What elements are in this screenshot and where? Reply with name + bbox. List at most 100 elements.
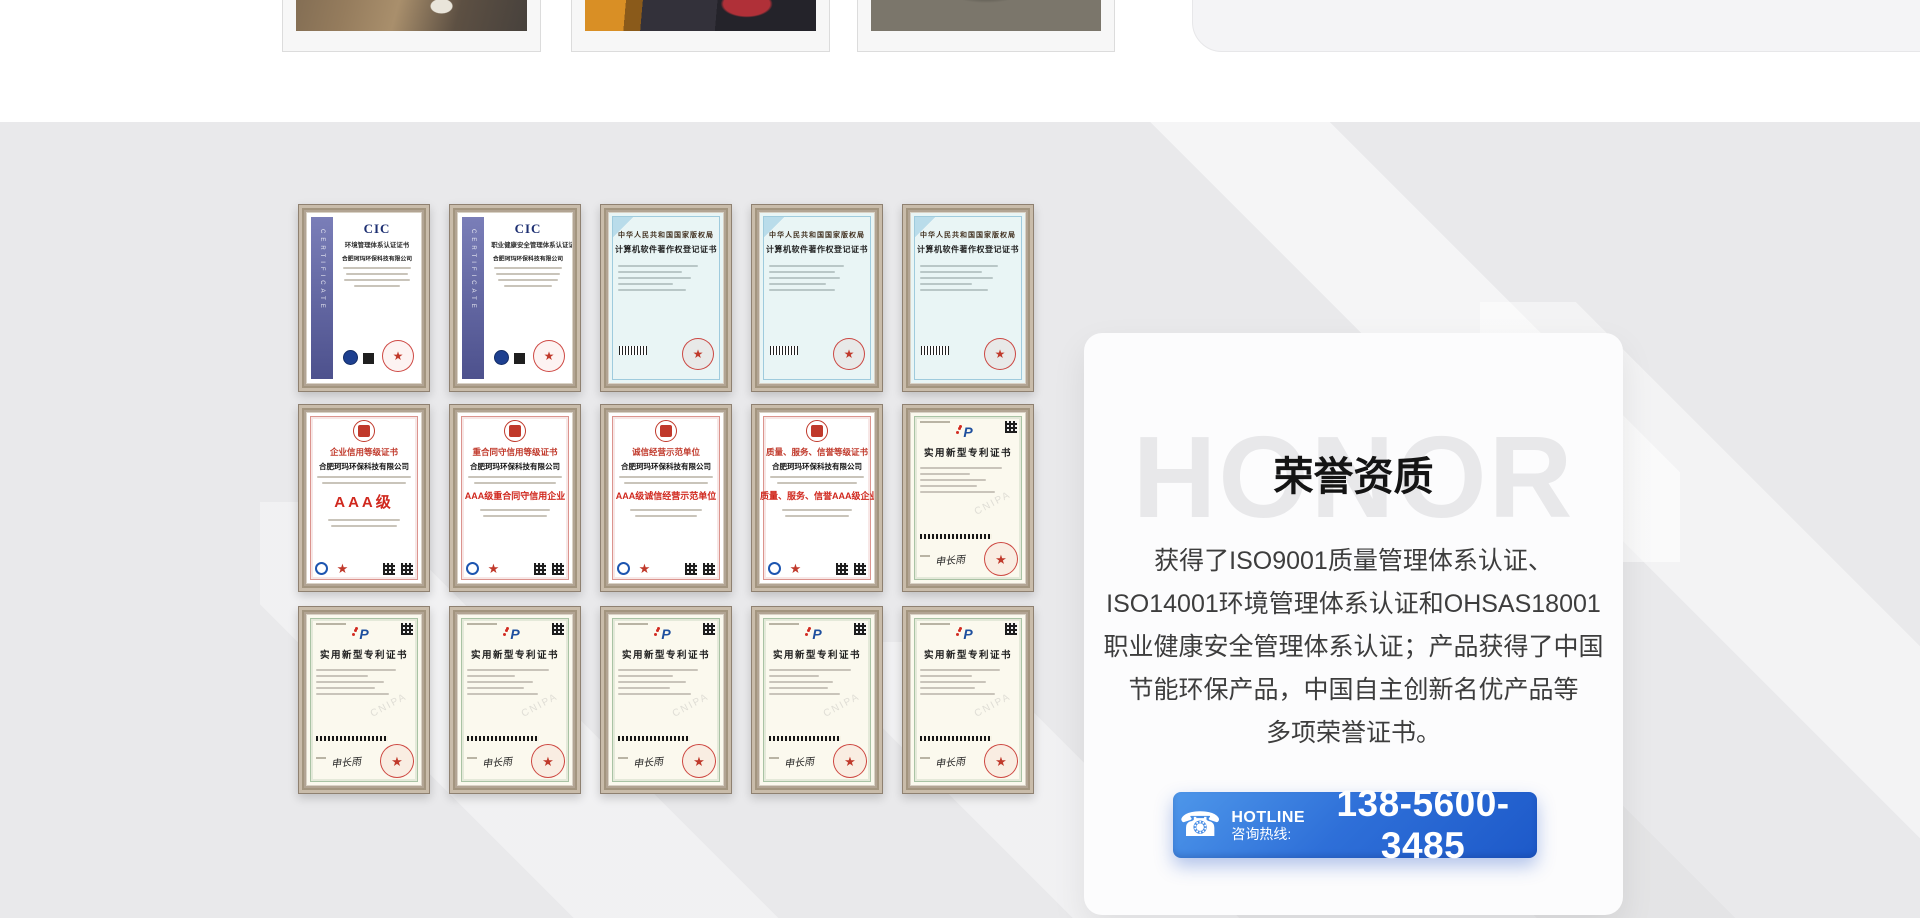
red-seal xyxy=(382,340,414,372)
credit-association-logo xyxy=(466,562,479,575)
qr-code xyxy=(401,623,413,635)
certificate-patent-2[interactable]: P 实用新型专利证书 CNIPA 申长雨 xyxy=(298,606,430,794)
certificate-credit-aaa[interactable]: 企业信用等级证书 合肥珂玛环保科技有限公司 AAA级 xyxy=(298,404,430,592)
honor-section: CERTIFICATE CIC 环境管理体系认证证书 合肥珂玛环保科技有限公司 … xyxy=(0,122,1920,918)
text-line xyxy=(322,482,406,484)
text-line xyxy=(920,467,1002,469)
certificate-band-label: CERTIFICATE xyxy=(319,229,325,312)
certificate-band-label: CERTIFICATE xyxy=(470,229,476,312)
text-line xyxy=(769,623,799,625)
cnipa-watermark: CNIPA xyxy=(368,691,408,719)
hotline-label-en: HOTLINE xyxy=(1231,809,1305,826)
text-line xyxy=(920,555,930,557)
certificate-grade: AAA级诚信经营示范单位 xyxy=(609,489,723,502)
certificate-company: 合肥珂玛环保科技有限公司 xyxy=(341,254,413,263)
barcode xyxy=(770,346,798,355)
description-line: 获得了ISO9001质量管理体系认证、 xyxy=(1084,540,1623,583)
certificate-software-copyright-2[interactable]: 中华人民共和国国家版权局 计算机软件著作权登记证书 xyxy=(751,204,883,392)
text-line xyxy=(618,681,686,683)
signature: 申长雨 xyxy=(934,753,965,771)
text-line xyxy=(504,285,552,287)
certificate-paper: 中华人民共和国国家版权局 计算机软件著作权登记证书 xyxy=(910,212,1026,384)
text-line xyxy=(618,623,648,625)
text-line xyxy=(467,757,477,759)
certificate-paper: P 实用新型专利证书 CNIPA 申长雨 xyxy=(306,614,422,786)
red-seal xyxy=(984,744,1018,778)
text-line xyxy=(316,623,346,625)
project-photo-card-3[interactable] xyxy=(857,0,1115,52)
cnipa-watermark: CNIPA xyxy=(821,691,861,719)
certificate-iso-environment[interactable]: CERTIFICATE CIC 环境管理体系认证证书 合肥珂玛环保科技有限公司 xyxy=(298,204,430,392)
qr-code xyxy=(1005,421,1017,433)
project-photo-card-2[interactable] xyxy=(571,0,830,52)
certificate-software-copyright-1[interactable]: 中华人民共和国国家版权局 计算机软件著作权登记证书 xyxy=(600,204,732,392)
text-line xyxy=(635,515,697,517)
accreditation-mark xyxy=(363,353,374,364)
project-photo-1 xyxy=(296,0,527,31)
certificate-paper: P 实用新型专利证书 CNIPA 申长雨 xyxy=(759,614,875,786)
certificate-footer xyxy=(307,560,421,576)
qr-code xyxy=(552,623,564,635)
qr-code xyxy=(383,563,395,575)
text-line xyxy=(618,693,691,695)
text-line xyxy=(920,675,972,677)
certificate-iso-ohs[interactable]: CERTIFICATE CIC 职业健康安全管理体系认证证书 合肥珂玛环保科技有… xyxy=(449,204,581,392)
red-star-seal xyxy=(335,561,350,576)
text-line xyxy=(920,491,995,493)
certificate-patent-5[interactable]: P 实用新型专利证书 CNIPA 申长雨 xyxy=(751,606,883,794)
barcode xyxy=(921,346,949,355)
certificate-paper: CERTIFICATE CIC 环境管理体系认证证书 合肥珂玛环保科技有限公司 xyxy=(306,212,422,384)
certificate-side-band: CERTIFICATE xyxy=(311,217,333,379)
certificate-patent-6[interactable]: P 实用新型专利证书 CNIPA 申长雨 xyxy=(902,606,1034,794)
certificate-paper: 企业信用等级证书 合肥珂玛环保科技有限公司 AAA级 xyxy=(306,412,422,584)
certificate-company: 合肥珂玛环保科技有限公司 xyxy=(760,461,874,472)
text-line xyxy=(343,267,412,269)
barcode xyxy=(920,736,992,741)
signature: 申长雨 xyxy=(783,753,814,771)
text-line xyxy=(920,265,998,267)
text-line xyxy=(618,757,628,759)
certificate-footer xyxy=(609,560,723,576)
text-line xyxy=(920,669,1000,671)
certificate-contract-trustworthy[interactable]: 重合同守信用等级证书 合肥珂玛环保科技有限公司 AAA级重合同守信用企业 xyxy=(449,404,581,592)
text-line xyxy=(480,509,551,511)
certificate-authority: 中华人民共和国国家版权局 xyxy=(760,230,874,240)
certificate-grade: AAA级 xyxy=(307,491,421,512)
text-line xyxy=(920,421,950,423)
certificate-paper: 诚信经营示范单位 合肥珂玛环保科技有限公司 AAA级诚信经营示范单位 xyxy=(608,412,724,584)
text-line xyxy=(618,271,682,273)
hotline-button[interactable]: ☎ HOTLINE 咨询热线: 138-5600-3485 xyxy=(1173,792,1537,858)
certificate-company: 合肥珂玛环保科技有限公司 xyxy=(307,461,421,472)
qr-code xyxy=(685,563,697,575)
certificate-patent-3[interactable]: P 实用新型专利证书 CNIPA 申长雨 xyxy=(449,606,581,794)
text-line xyxy=(316,757,326,759)
red-seal xyxy=(984,542,1018,576)
certificate-software-copyright-3[interactable]: 中华人民共和国国家版权局 计算机软件著作权登记证书 xyxy=(902,204,1034,392)
qr-code xyxy=(703,563,715,575)
certificate-company: 合肥珂玛环保科技有限公司 xyxy=(458,461,572,472)
certificate-integrity-unit[interactable]: 诚信经营示范单位 合肥珂玛环保科技有限公司 AAA级诚信经营示范单位 xyxy=(600,404,732,592)
cic-round-mark xyxy=(494,350,509,365)
red-star-seal xyxy=(637,561,652,576)
certificate-title: 实用新型专利证书 xyxy=(609,647,723,661)
red-seal xyxy=(380,744,414,778)
project-photo-card-1[interactable] xyxy=(282,0,541,52)
certificate-quality-service-reputation[interactable]: 质量、服务、信誉等级证书 合肥珂玛环保科技有限公司 质量、服务、信誉AAA级企业 xyxy=(751,404,883,592)
certificate-side-band: CERTIFICATE xyxy=(462,217,484,379)
certificate-authority: 中华人民共和国国家版权局 xyxy=(911,230,1025,240)
text-line xyxy=(777,482,857,484)
certificate-paper: P 实用新型专利证书 CNIPA 申长雨 xyxy=(457,614,573,786)
text-line xyxy=(467,669,549,671)
text-line xyxy=(467,675,515,677)
project-photo-3 xyxy=(871,0,1101,31)
cnipa-watermark: CNIPA xyxy=(972,489,1012,517)
certificate-patent-4[interactable]: P 实用新型专利证书 CNIPA 申长雨 xyxy=(600,606,732,794)
cnipa-logo: P xyxy=(661,627,670,641)
text-line xyxy=(769,681,833,683)
text-line xyxy=(769,277,840,279)
text-line xyxy=(769,289,835,291)
text-line xyxy=(769,271,835,273)
qr-code xyxy=(836,563,848,575)
certificate-patent-1[interactable]: P 实用新型专利证书 CNIPA 申长雨 xyxy=(902,404,1034,592)
certificate-title: 计算机软件著作权登记证书 xyxy=(911,244,1025,255)
